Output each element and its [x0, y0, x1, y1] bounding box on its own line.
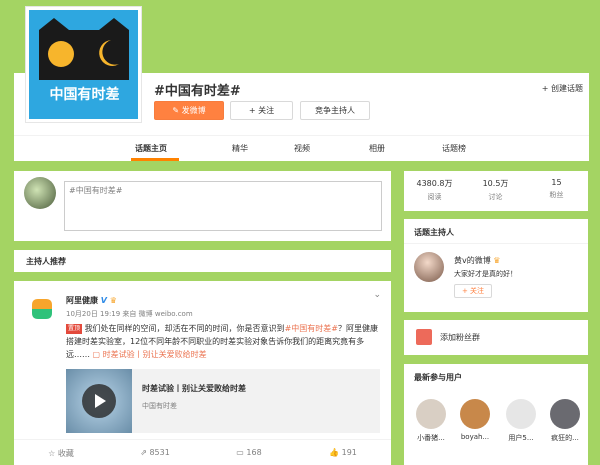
video-card-title[interactable]: 时差试验丨别让关爱败给时差 [142, 383, 246, 394]
topic-tabs: 话题主页 精华 视频 相册 话题榜 [14, 135, 589, 161]
users-title: 最新参与用户 [414, 373, 462, 382]
host-desc: 大家好才是真的好！ [454, 270, 517, 278]
user-avatar[interactable] [460, 399, 490, 429]
tab-home[interactable]: 话题主页 [135, 143, 167, 154]
share-button[interactable]: ⇗ 8531 [108, 448, 202, 457]
host-recommend-header: 主持人推荐 [14, 250, 391, 272]
user-item[interactable]: boyah... [456, 399, 494, 441]
topic-title: #中国有时差# [154, 84, 241, 99]
comment-button[interactable]: ▭ 168 [202, 448, 296, 457]
user-item[interactable]: 疯狂的... [546, 399, 584, 443]
topic-link[interactable]: #中国有时差# [285, 324, 338, 333]
create-topic-link[interactable]: + 创建话题 [542, 83, 583, 94]
edit-icon: ✎ [172, 106, 182, 115]
comment-icon: ▭ [236, 448, 247, 457]
vip-icon: ♛ [109, 296, 117, 305]
tab-album[interactable]: 相册 [369, 143, 385, 154]
follow-topic-button[interactable]: + 关注 [230, 101, 293, 120]
hosts-title: 话题主持人 [414, 228, 454, 237]
compete-host-button[interactable]: 竞争主持人 [300, 101, 370, 120]
vip-icon: ♛ [493, 256, 501, 265]
divider [404, 243, 588, 244]
topic-hosts: 话题主持人 黄v的微博 ♛ 大家好才是真的好！ + 关注 [404, 219, 588, 312]
post-weibo-button[interactable]: ✎ 发微博 [154, 101, 224, 120]
stat-reads: 4380.8万 阅读 [416, 179, 453, 201]
topic-avatar: 中国有时差 [25, 6, 142, 123]
stat-discussions: 10.5万 讨论 [482, 179, 509, 201]
post-actions: ☆ 收藏 ⇗ 8531 ▭ 168 👍 191 [14, 439, 391, 465]
chevron-down-icon[interactable]: ⌄ [373, 290, 381, 300]
video-link[interactable]: ▢ 时差试验丨别让关爱败给时差 [93, 350, 207, 359]
topic-logo-text: 中国有时差 [49, 87, 120, 103]
host-recommend-label: 主持人推荐 [26, 257, 66, 266]
active-tab-indicator [131, 158, 179, 161]
topic-stats: 4380.8万 阅读 10.5万 讨论 15 粉丝 [404, 171, 588, 211]
tab-video[interactable]: 视频 [294, 143, 310, 154]
like-icon: 👍 [329, 448, 342, 457]
video-card[interactable]: 时差试验丨别让关爱败给时差 中国有时差 [66, 369, 380, 433]
video-thumbnail[interactable] [66, 369, 132, 433]
like-button[interactable]: 👍 191 [296, 448, 390, 457]
alihealth-logo-icon[interactable] [26, 293, 58, 325]
fans-group-label[interactable]: 添加粉丝群 [440, 332, 480, 343]
user-avatar[interactable] [550, 399, 580, 429]
host-name[interactable]: 黄v的微博 ♛ [454, 255, 500, 266]
host-avatar[interactable] [414, 252, 444, 282]
favorite-button[interactable]: ☆ 收藏 [14, 448, 108, 459]
user-avatar[interactable] [416, 399, 446, 429]
stat-fans: 15 粉丝 [549, 178, 564, 199]
play-icon[interactable] [82, 384, 116, 418]
host-follow-button[interactable]: + 关注 [454, 284, 492, 298]
pinned-badge: 置顶 [66, 324, 83, 334]
tab-featured[interactable]: 精华 [232, 143, 248, 154]
default-avatar-icon[interactable] [506, 399, 536, 429]
post-text: 置顶 我们处在同样的空间，却活在不同的时间，你是否意识到#中国有时差#？阿里健康… [66, 324, 378, 359]
group-icon [416, 329, 432, 345]
feed-post: 阿里健康 V ♛ 10月20日 19:19 来自 微博 weibo.com ⌄ … [14, 281, 391, 465]
user-item[interactable]: 用户5... [502, 399, 540, 443]
tab-ranking[interactable]: 话题榜 [442, 143, 466, 154]
post-meta: 10月20日 19:19 来自 微博 weibo.com [66, 310, 193, 318]
video-card-subtitle: 中国有时差 [142, 402, 177, 410]
star-icon: ☆ [48, 449, 58, 458]
video-icon: ▢ [92, 350, 103, 359]
verified-icon: V [100, 296, 107, 305]
composer: #中国有时差# [14, 171, 391, 241]
composer-input[interactable]: #中国有时差# [64, 181, 382, 231]
user-avatar[interactable] [24, 177, 56, 209]
post-author[interactable]: 阿里健康 V ♛ [66, 295, 117, 306]
latest-users: 最新参与用户 小番猪... boyah... 用户5... 疯狂的... [404, 364, 588, 465]
fans-group[interactable]: 添加粉丝群 [404, 320, 588, 355]
user-item[interactable]: 小番猪... [412, 399, 450, 443]
